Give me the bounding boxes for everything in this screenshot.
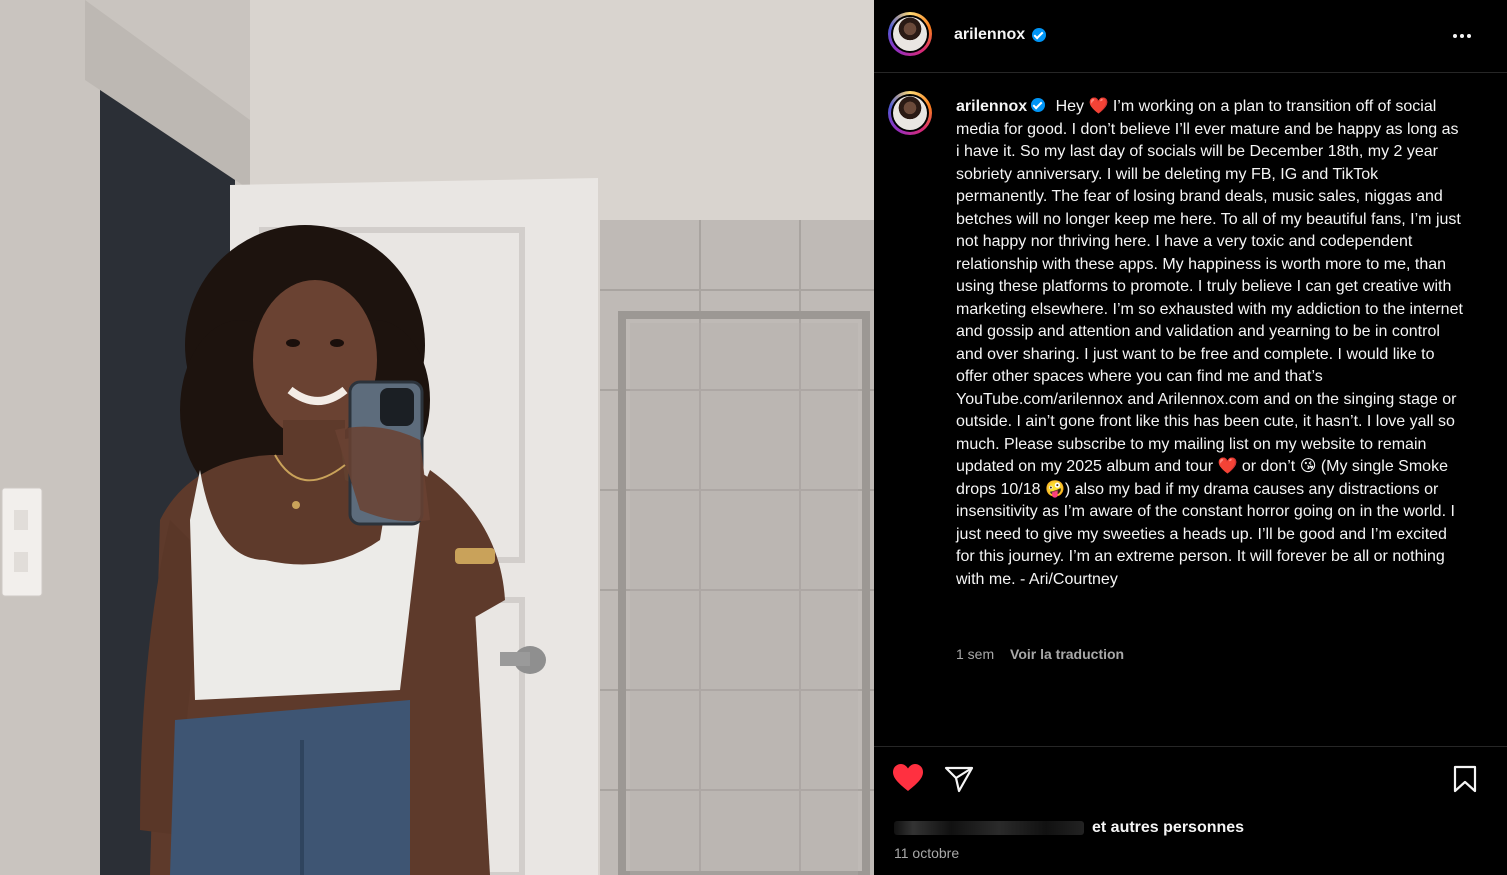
instagram-post-view: arilennox arilennox Hey ❤️ I’m working o…	[0, 0, 1507, 875]
post-photo	[0, 0, 874, 875]
post-details-panel: arilennox arilennox Hey ❤️ I’m working o…	[874, 0, 1507, 875]
time-ago: 1 sem	[956, 646, 995, 662]
verified-badge-icon	[1031, 98, 1046, 112]
caption: arilennox Hey ❤️ I’m working on a plan t…	[956, 96, 1466, 591]
caption-author-avatar[interactable]	[888, 91, 932, 135]
likes-suffix: et autres personnes	[1092, 819, 1245, 836]
caption-section: arilennox Hey ❤️ I’m working on a plan t…	[874, 72, 1507, 745]
heart-filled-icon[interactable]	[892, 763, 924, 798]
post-actions: et autres personnes 11 octobre	[874, 746, 1507, 875]
caption-text: Hey ❤️ I’m working on a plan to transiti…	[956, 98, 1463, 588]
post-date: 11 octobre	[894, 845, 960, 861]
post-header: arilennox	[874, 0, 1507, 73]
redacted-liker-names	[894, 820, 1084, 835]
caption-author-username[interactable]: arilennox	[956, 98, 1027, 115]
author-avatar[interactable]	[888, 12, 932, 56]
author-username[interactable]: arilennox	[954, 26, 1025, 44]
caption-meta: 1 sem Voir la traduction	[956, 646, 1124, 662]
verified-badge-icon	[1032, 28, 1046, 42]
bookmark-icon[interactable]	[1452, 765, 1478, 798]
likes-summary[interactable]: et autres personnes	[894, 819, 1244, 837]
share-icon[interactable]	[944, 765, 974, 798]
more-options-icon[interactable]	[1444, 24, 1480, 48]
see-translation-link[interactable]: Voir la traduction	[1010, 646, 1124, 662]
selfie-image	[0, 0, 874, 875]
